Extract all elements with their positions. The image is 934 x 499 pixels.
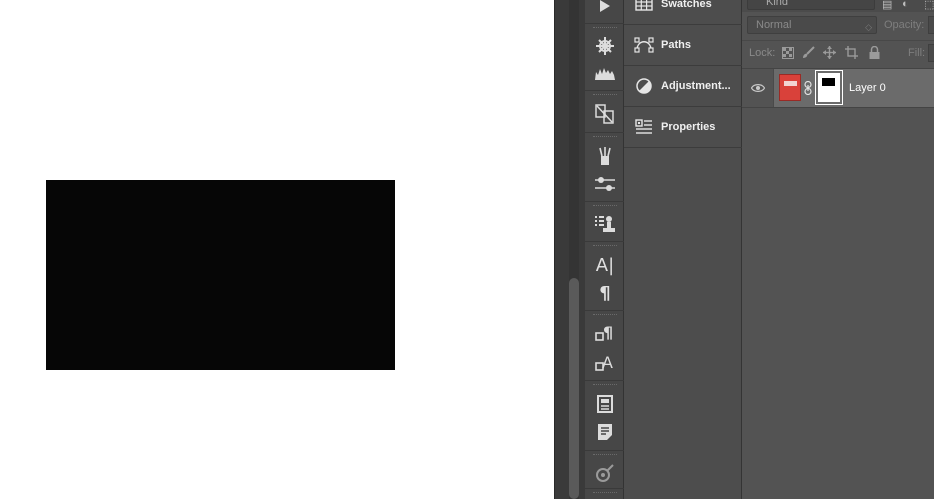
properties-icon	[633, 116, 655, 138]
opacity-field[interactable]	[928, 16, 934, 34]
lock-label: Lock:	[749, 47, 776, 59]
navigator-icon[interactable]	[591, 33, 619, 59]
paths-icon	[633, 34, 655, 56]
grip-handle[interactable]	[593, 205, 617, 208]
layers-filter-bar: Kind ▤ ◐ ⬚	[742, 0, 934, 12]
notes-icon[interactable]	[591, 391, 619, 417]
layer-name[interactable]: Layer 0	[849, 82, 886, 94]
tool-presets-icon[interactable]	[591, 211, 619, 237]
layer-mask-thumbnail[interactable]	[815, 70, 843, 105]
divider	[585, 380, 625, 381]
lock-all-icon[interactable]	[868, 46, 881, 59]
grip-handle[interactable]	[593, 454, 617, 457]
divider	[585, 90, 625, 91]
divider	[585, 201, 625, 202]
grip-handle[interactable]	[593, 136, 617, 139]
panel-adjustments[interactable]: Adjustment...	[624, 66, 742, 107]
layer-thumbnail[interactable]	[779, 74, 801, 101]
divider	[585, 132, 625, 133]
divider	[585, 488, 625, 489]
panel-properties[interactable]: Properties	[624, 107, 742, 148]
paragraph-styles-icon[interactable]: ¶	[591, 320, 619, 346]
grip-handle[interactable]	[593, 384, 617, 387]
grip-handle[interactable]	[593, 492, 617, 495]
fill-field[interactable]	[928, 44, 934, 62]
panel-label: Paths	[661, 39, 691, 51]
panel-label: Properties	[661, 121, 716, 133]
panel-icon-strip: A| ¶ ¶ A	[584, 0, 625, 499]
photoshop-window: A| ¶ ¶ A Swatches Paths Adjustment... Pr…	[0, 0, 934, 499]
3d-icon[interactable]	[591, 460, 619, 486]
collapsed-panels-list: Swatches Paths Adjustment... Properties	[624, 0, 742, 499]
eye-icon	[750, 84, 765, 92]
blend-mode-dropdown[interactable]: Normal ◇	[747, 16, 877, 34]
divider	[585, 310, 625, 311]
chain-link-icon[interactable]	[804, 80, 812, 100]
panel-paths[interactable]: Paths	[624, 25, 742, 66]
lock-artboard-icon[interactable]	[845, 46, 858, 59]
black-rectangle-shape	[46, 180, 395, 370]
document-canvas[interactable]	[0, 0, 554, 499]
lock-row: Lock: Fill:	[742, 40, 934, 64]
panel-label: Swatches	[661, 0, 712, 10]
character-styles-icon[interactable]: A	[591, 349, 619, 375]
grip-handle[interactable]	[593, 245, 617, 248]
grip-handle[interactable]	[593, 314, 617, 317]
divider	[585, 23, 625, 24]
brush-settings-icon[interactable]	[591, 171, 619, 197]
lock-image-pixels-icon[interactable]	[802, 46, 815, 59]
blend-mode-value: Normal	[756, 19, 792, 31]
panel-label: Adjustment...	[661, 80, 731, 92]
divider	[585, 241, 625, 242]
adjustment-filter-icon[interactable]: ◐	[902, 0, 909, 10]
opacity-label: Opacity:	[884, 19, 925, 31]
info-icon[interactable]	[591, 419, 619, 445]
svg-text:A: A	[602, 353, 613, 372]
svg-text:¶: ¶	[603, 323, 613, 342]
shape-filter-icon[interactable]: ⬚	[924, 0, 934, 11]
grip-handle[interactable]	[593, 94, 617, 97]
canvas-scrollbar[interactable]	[554, 0, 584, 499]
kind-filter-dropdown[interactable]: Kind	[747, 0, 875, 10]
character-icon[interactable]: A|	[591, 252, 619, 278]
adjustment-icon	[633, 75, 655, 97]
grip-handle[interactable]	[593, 27, 617, 30]
kind-filter-label: Kind	[766, 0, 789, 8]
grid-icon	[633, 0, 655, 15]
panel-swatches[interactable]: Swatches	[624, 0, 742, 25]
divider	[585, 450, 625, 451]
clone-source-icon[interactable]	[591, 101, 619, 127]
visibility-toggle[interactable]	[742, 69, 774, 107]
layers-panel: Kind ▤ ◐ ⬚ Normal ◇ Opacity: Lock: Fill:…	[742, 0, 934, 499]
lock-position-icon[interactable]	[823, 46, 836, 59]
paragraph-icon[interactable]: ¶	[591, 280, 619, 306]
brushes-icon[interactable]	[591, 143, 619, 169]
layer-row[interactable]: Layer 0	[742, 68, 934, 108]
pixel-filter-icon[interactable]: ▤	[882, 0, 892, 11]
histogram-icon[interactable]	[591, 60, 619, 86]
thumbnail-highlight	[784, 81, 797, 86]
fill-label: Fill:	[908, 47, 926, 59]
mask-canvas	[818, 73, 840, 102]
scrollbar-thumb[interactable]	[569, 278, 579, 499]
lock-transparent-pixels-icon[interactable]	[781, 46, 794, 59]
play-icon[interactable]	[591, 0, 619, 19]
mask-shape	[822, 78, 835, 86]
chevron-down-icon: ◇	[865, 22, 872, 32]
